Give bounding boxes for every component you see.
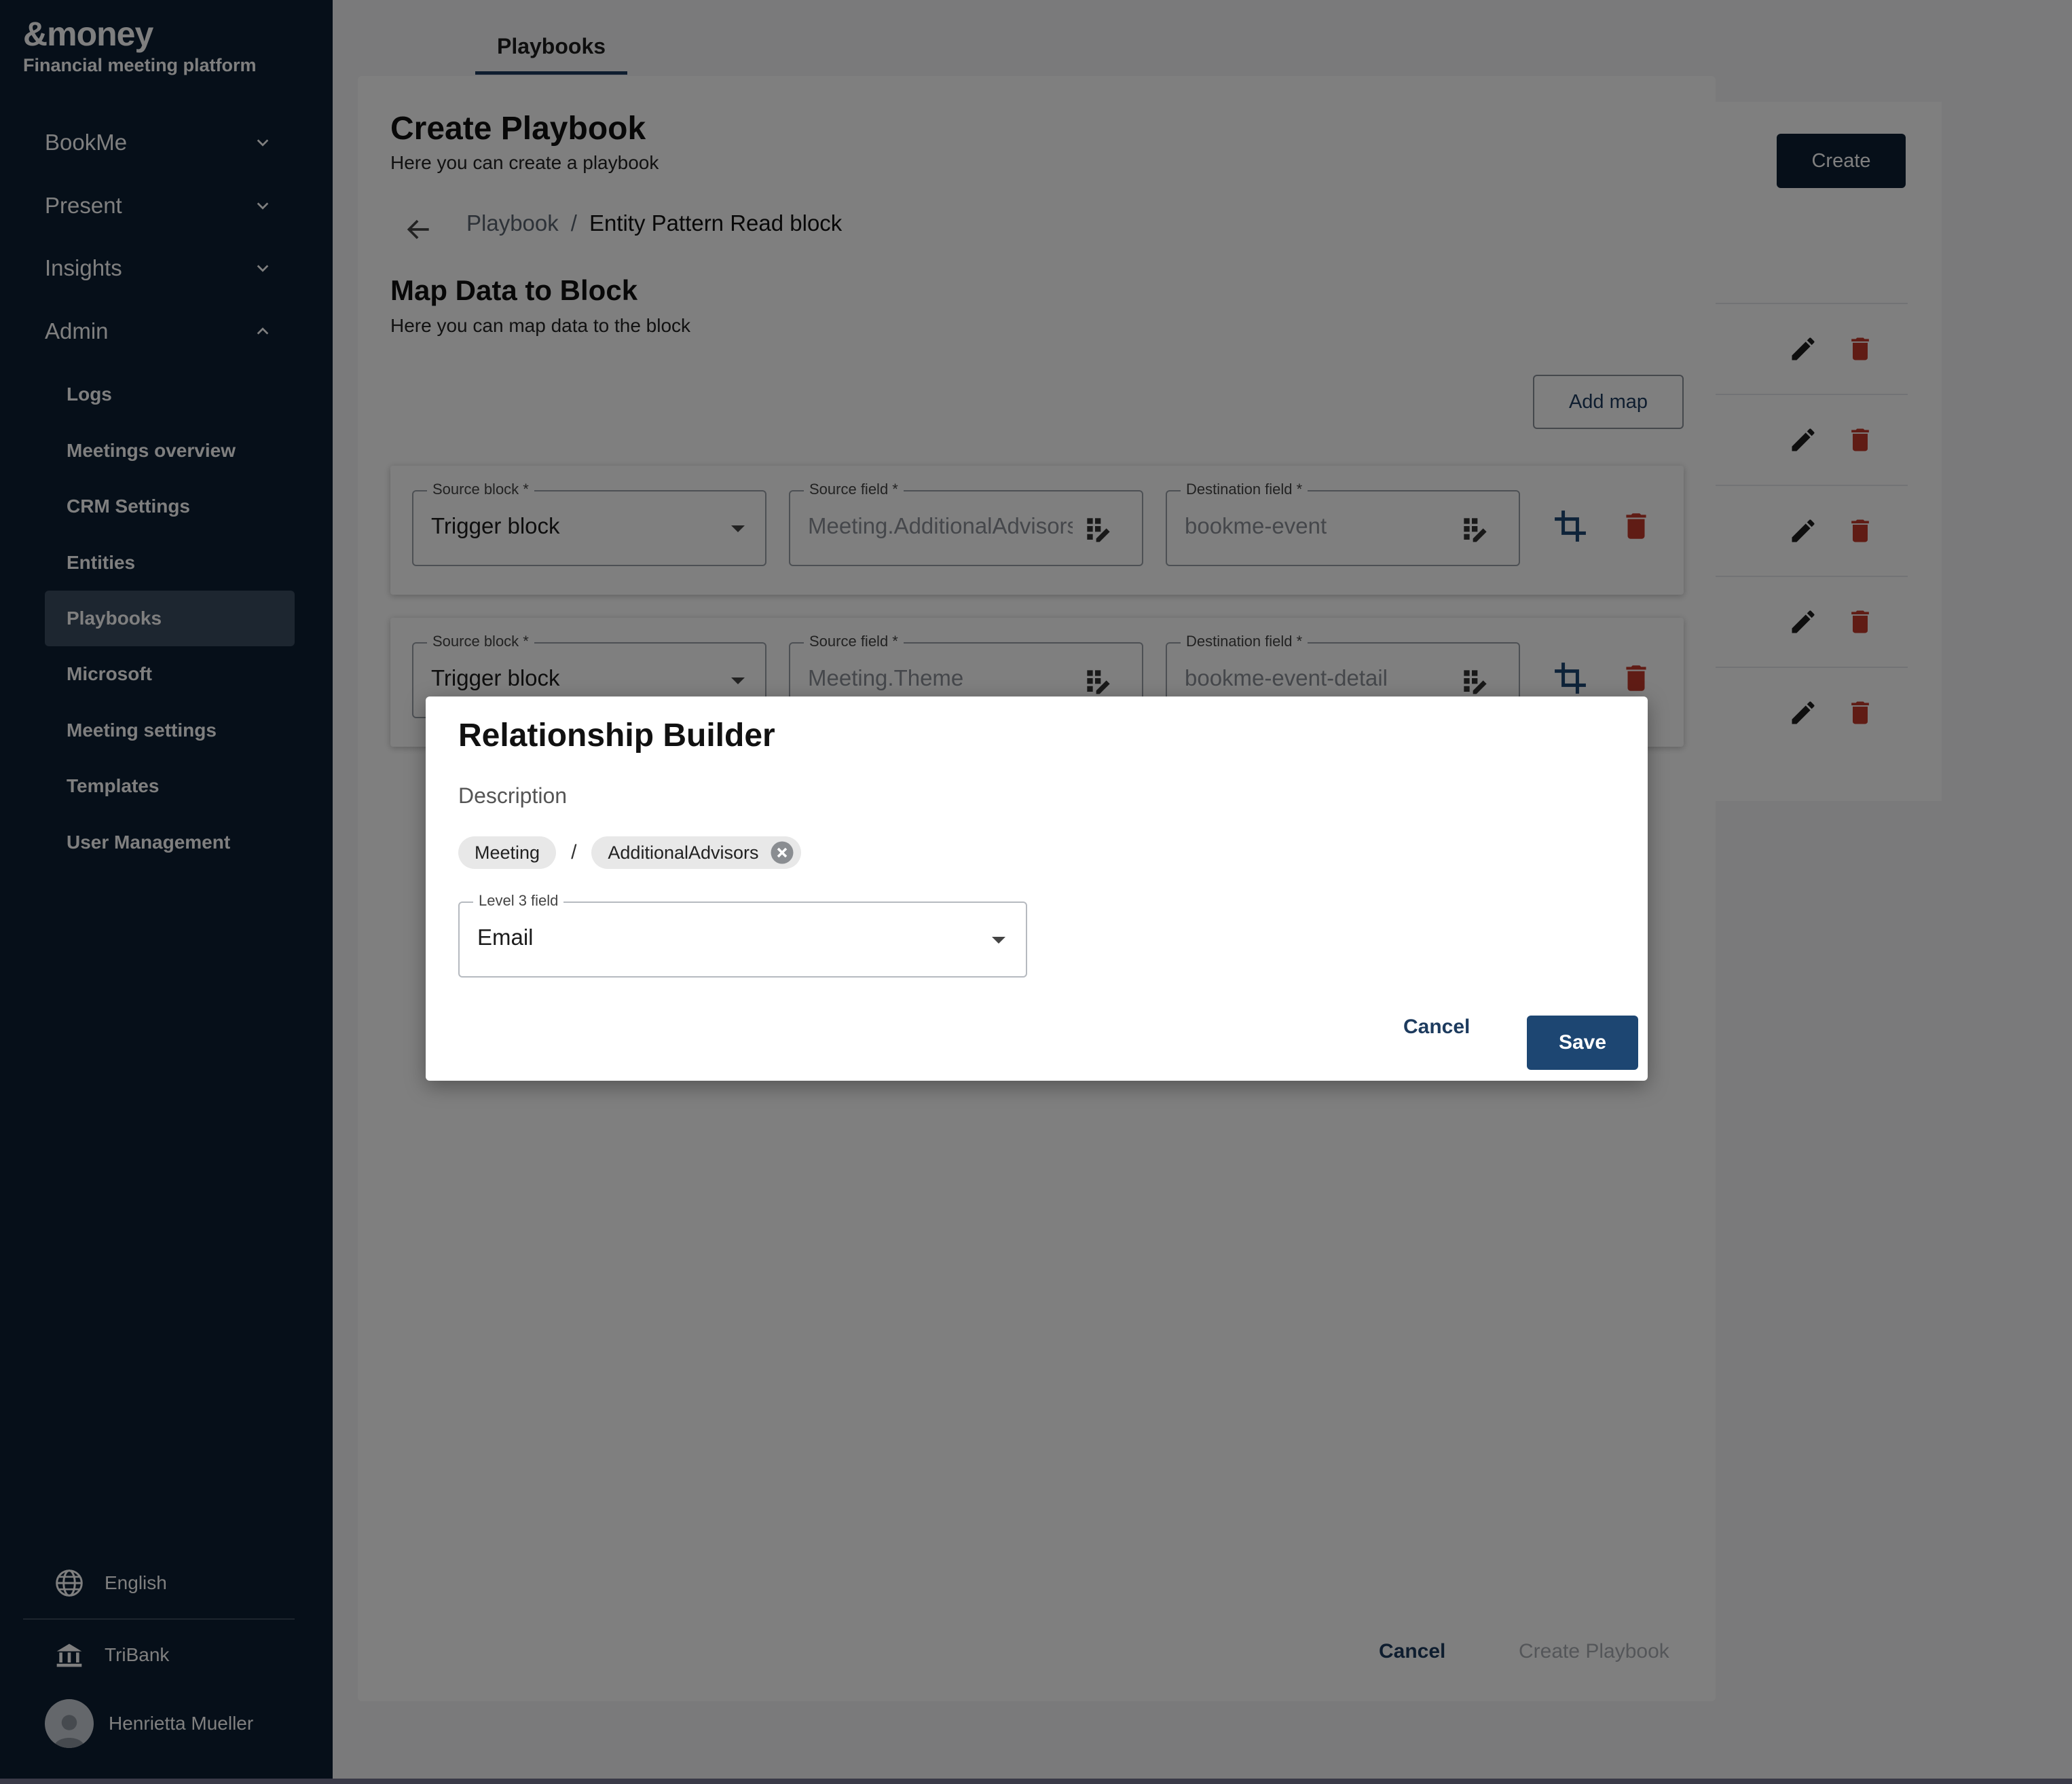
window-bottom-edge: [0, 1779, 2072, 1784]
chip-label: AdditionalAdvisors: [608, 842, 759, 863]
close-circle-icon[interactable]: [770, 840, 794, 865]
level-3-field-select[interactable]: Level 3 field Email: [458, 892, 1027, 978]
description-label: Description: [458, 783, 568, 808]
cancel-button[interactable]: Cancel: [1403, 1016, 1470, 1039]
relationship-builder-dialog: Relationship Builder Description Meeting…: [426, 696, 1648, 1081]
caret-down-icon: [992, 937, 1005, 944]
path-chip-additional-advisors[interactable]: AdditionalAdvisors: [591, 836, 801, 869]
save-button[interactable]: Save: [1527, 1016, 1638, 1070]
relationship-path: Meeting / AdditionalAdvisors: [458, 836, 801, 869]
field-label: Level 3 field: [473, 892, 564, 910]
path-separator: /: [571, 841, 577, 863]
path-chip-meeting[interactable]: Meeting: [458, 836, 557, 869]
dialog-title: Relationship Builder: [458, 718, 775, 754]
chip-label: Meeting: [475, 842, 540, 863]
field-value: Email: [477, 925, 534, 950]
